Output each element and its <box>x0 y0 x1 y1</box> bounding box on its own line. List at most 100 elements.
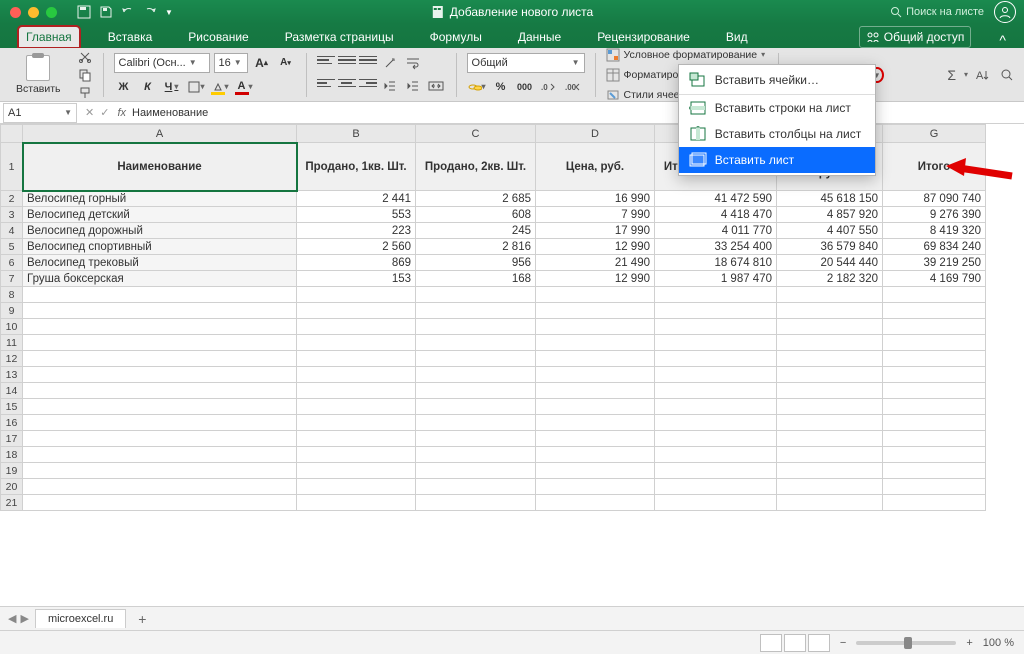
zoom-out-button[interactable]: − <box>840 637 846 649</box>
underline-button[interactable]: Ч▾ <box>162 77 182 97</box>
copy-icon[interactable] <box>77 68 93 82</box>
cell-c4[interactable]: 245 <box>416 223 536 239</box>
cell-c2[interactable]: 2 685 <box>416 191 536 207</box>
cell-f2[interactable]: 45 618 150 <box>777 191 883 207</box>
cell-g5[interactable]: 69 834 240 <box>883 239 986 255</box>
cell-g4[interactable]: 8 419 320 <box>883 223 986 239</box>
cancel-formula-icon[interactable]: ✕ <box>85 106 94 119</box>
decrease-indent-icon[interactable] <box>380 76 400 96</box>
increase-font-icon[interactable]: A▴ <box>252 53 272 73</box>
cell-d1[interactable]: Цена, руб. <box>536 143 655 191</box>
cell-f7[interactable]: 2 182 320 <box>777 271 883 287</box>
col-header-b[interactable]: B <box>297 125 416 143</box>
cell-g3[interactable]: 9 276 390 <box>883 207 986 223</box>
number-format-dropdown[interactable]: Общий▼ <box>467 53 585 73</box>
cell-c6[interactable]: 956 <box>416 255 536 271</box>
find-icon[interactable] <box>1000 68 1014 82</box>
menu-insert-columns[interactable]: Вставить столбцы на лист <box>679 121 875 147</box>
worksheet[interactable]: A B C D E F G 1 Наименование Продано, 1к… <box>0 124 1024 606</box>
cell-e2[interactable]: 41 472 590 <box>655 191 777 207</box>
decrease-font-icon[interactable]: A▾ <box>276 53 296 73</box>
font-size-dropdown[interactable]: 16▼ <box>214 53 248 73</box>
row-header-9[interactable]: 9 <box>1 303 23 319</box>
col-header-a[interactable]: A <box>23 125 297 143</box>
cell-g7[interactable]: 4 169 790 <box>883 271 986 287</box>
row-header-13[interactable]: 13 <box>1 367 23 383</box>
row-header-18[interactable]: 18 <box>1 447 23 463</box>
border-button[interactable]: ▾ <box>186 77 206 97</box>
cell-b7[interactable]: 153 <box>297 271 416 287</box>
row-header-19[interactable]: 19 <box>1 463 23 479</box>
cell-e5[interactable]: 33 254 400 <box>655 239 777 255</box>
row-header-7[interactable]: 7 <box>1 271 23 287</box>
row-header-12[interactable]: 12 <box>1 351 23 367</box>
add-sheet-button[interactable]: + <box>132 609 152 629</box>
page-break-view-button[interactable] <box>808 634 830 652</box>
maximize-window-button[interactable] <box>46 7 57 18</box>
cell-a7[interactable]: Груша боксерская <box>23 271 297 287</box>
align-middle-icon[interactable] <box>338 53 356 67</box>
cell-c7[interactable]: 168 <box>416 271 536 287</box>
cell-e3[interactable]: 4 418 470 <box>655 207 777 223</box>
orientation-icon[interactable] <box>380 53 400 73</box>
minimize-window-button[interactable] <box>28 7 39 18</box>
close-window-button[interactable] <box>10 7 21 18</box>
redo-icon[interactable] <box>143 5 157 19</box>
autosave-icon[interactable] <box>77 5 91 19</box>
tab-insert[interactable]: Вставка <box>100 26 161 48</box>
cell-g6[interactable]: 39 219 250 <box>883 255 986 271</box>
cut-icon[interactable] <box>77 50 93 64</box>
align-bottom-icon[interactable] <box>359 53 377 67</box>
cell-a3[interactable]: Велосипед детский <box>23 207 297 223</box>
cell-e7[interactable]: 1 987 470 <box>655 271 777 287</box>
align-right-icon[interactable] <box>359 76 377 90</box>
cell-f5[interactable]: 36 579 840 <box>777 239 883 255</box>
row-header-8[interactable]: 8 <box>1 287 23 303</box>
conditional-formatting-button[interactable]: Условное форматирование▾ <box>606 47 769 63</box>
save-icon[interactable] <box>99 5 113 19</box>
cell-c3[interactable]: 608 <box>416 207 536 223</box>
row-header-6[interactable]: 6 <box>1 255 23 271</box>
font-color-button[interactable]: A▾ <box>234 77 254 97</box>
cell-c1[interactable]: Продано, 2кв. Шт. <box>416 143 536 191</box>
row-header-14[interactable]: 14 <box>1 383 23 399</box>
percent-icon[interactable]: % <box>491 77 511 97</box>
cell-d3[interactable]: 7 990 <box>536 207 655 223</box>
cell-a1[interactable]: Наименование <box>23 143 297 191</box>
sheet-nav-prev-icon[interactable]: ◀ <box>8 612 16 625</box>
tab-formulas[interactable]: Формулы <box>422 26 490 48</box>
fx-icon[interactable]: fx <box>117 107 126 119</box>
font-name-dropdown[interactable]: Calibri (Осн...▼ <box>114 53 210 73</box>
row-header-15[interactable]: 15 <box>1 399 23 415</box>
cell-e4[interactable]: 4 011 770 <box>655 223 777 239</box>
cell-f4[interactable]: 4 407 550 <box>777 223 883 239</box>
cell-c5[interactable]: 2 816 <box>416 239 536 255</box>
zoom-slider[interactable] <box>856 641 956 645</box>
sort-filter-icon[interactable]: A <box>976 68 992 82</box>
align-left-icon[interactable] <box>317 76 335 90</box>
tab-draw[interactable]: Рисование <box>180 26 256 48</box>
sheet-tab[interactable]: microexcel.ru <box>35 609 126 628</box>
menu-insert-rows[interactable]: Вставить строки на лист <box>679 95 875 121</box>
zoom-in-button[interactable]: + <box>966 637 972 649</box>
increase-indent-icon[interactable] <box>403 76 423 96</box>
cell-a4[interactable]: Велосипед дорожный <box>23 223 297 239</box>
tab-data[interactable]: Данные <box>510 26 569 48</box>
col-header-d[interactable]: D <box>536 125 655 143</box>
cell-d5[interactable]: 12 990 <box>536 239 655 255</box>
col-header-g[interactable]: G <box>883 125 986 143</box>
wrap-text-icon[interactable] <box>403 53 423 73</box>
cell-g2[interactable]: 87 090 740 <box>883 191 986 207</box>
menu-insert-sheet[interactable]: Вставить лист <box>679 147 875 173</box>
cell-b4[interactable]: 223 <box>297 223 416 239</box>
cell-b2[interactable]: 2 441 <box>297 191 416 207</box>
search-box[interactable]: Поиск на листе <box>890 6 984 18</box>
cell-d6[interactable]: 21 490 <box>536 255 655 271</box>
formula-input[interactable]: Наименование <box>132 107 208 119</box>
row-header-11[interactable]: 11 <box>1 335 23 351</box>
row-header-16[interactable]: 16 <box>1 415 23 431</box>
increase-decimal-icon[interactable]: .0 <box>539 77 559 97</box>
autosum-icon[interactable]: Σ <box>947 67 956 83</box>
merge-cells-icon[interactable] <box>426 76 446 96</box>
cell-b6[interactable]: 869 <box>297 255 416 271</box>
